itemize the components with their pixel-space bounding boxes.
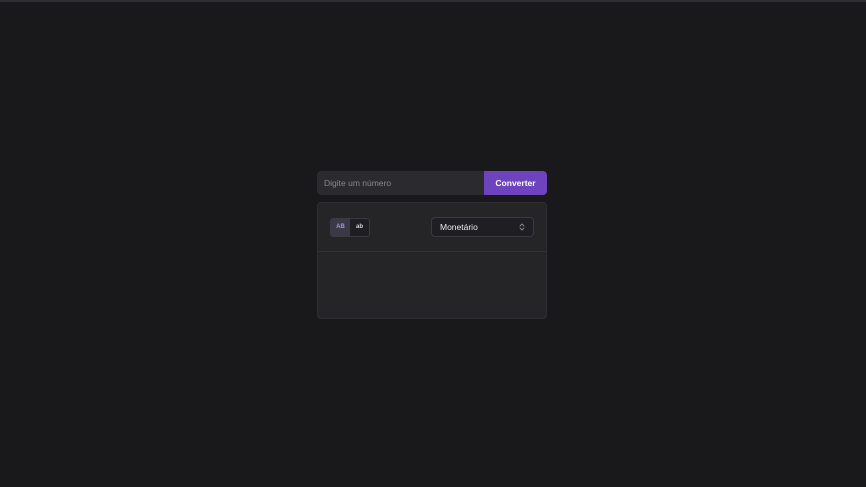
convert-button[interactable]: Converter (484, 171, 547, 195)
number-input[interactable] (317, 171, 484, 195)
uppercase-button[interactable]: AB (331, 218, 350, 236)
lowercase-button[interactable]: ab (350, 218, 369, 236)
options-bar: AB ab Monetário (318, 203, 546, 252)
window-top-border (0, 0, 866, 2)
mode-select[interactable]: Monetário (431, 217, 534, 237)
result-card: AB ab Monetário (317, 202, 547, 319)
conversion-output (318, 252, 546, 318)
case-toggle: AB ab (330, 217, 370, 237)
mode-select-value: Monetário (440, 222, 478, 232)
chevron-up-down-icon (519, 223, 525, 231)
converter-input-row: Converter (317, 171, 547, 195)
converter-container: Converter AB ab Monetário (317, 171, 547, 319)
